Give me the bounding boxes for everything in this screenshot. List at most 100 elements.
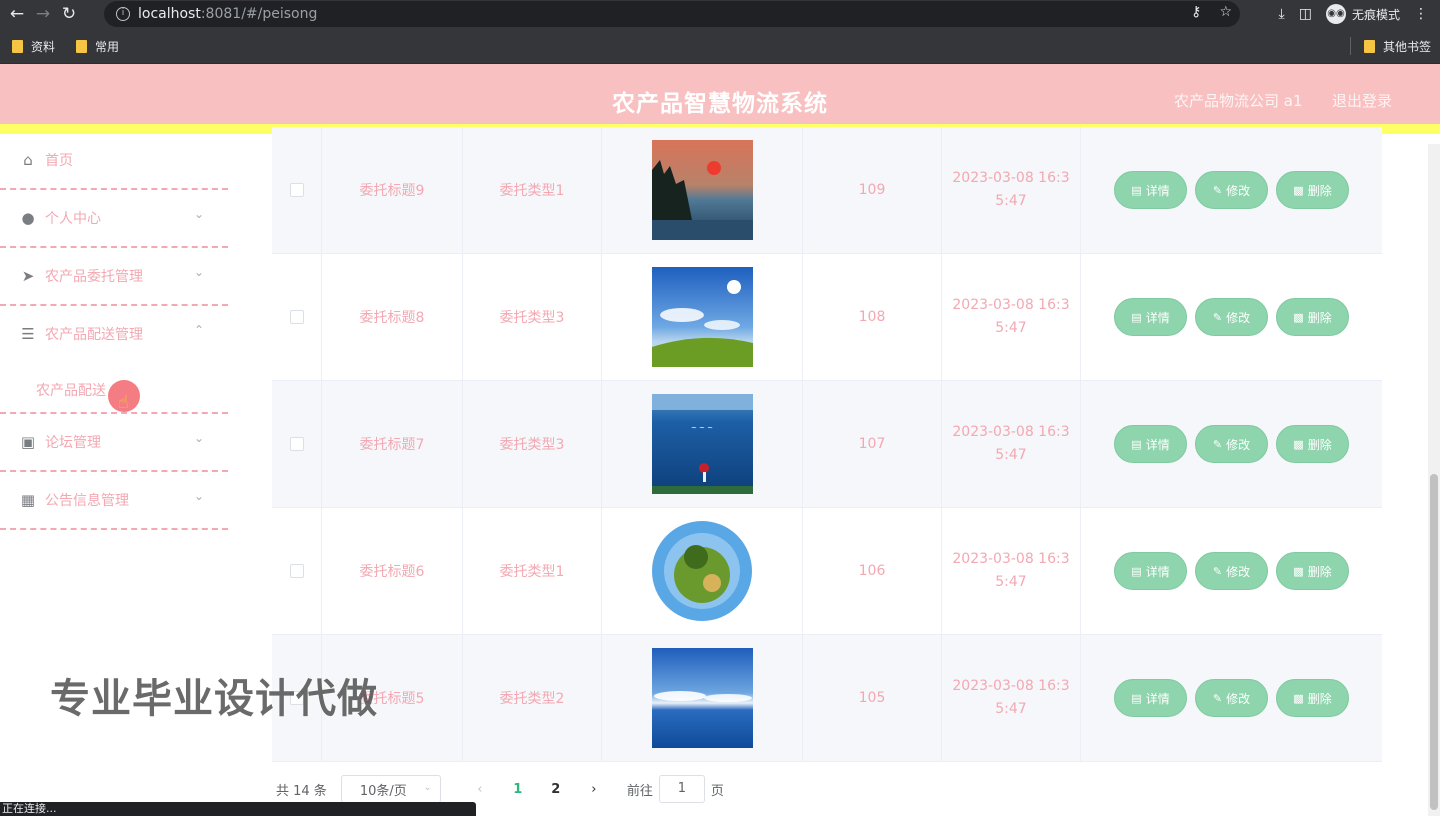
detail-button[interactable]: ▤ 详情 <box>1114 171 1187 209</box>
detail-button[interactable]: ▤ 详情 <box>1114 298 1187 336</box>
row-checkbox-cell <box>272 254 322 380</box>
chevron-down-icon: ⌄ <box>423 782 432 793</box>
folder-icon <box>12 40 23 53</box>
row-checkbox[interactable] <box>289 437 304 451</box>
svg-text:~ ~ ~: ~ ~ ~ <box>690 424 712 432</box>
chevron-down-icon: ⌄ <box>194 489 205 503</box>
url-path: :8081/#/peisong <box>200 6 318 22</box>
cell-title: 委托标题7 <box>322 381 463 507</box>
page-scrollbar[interactable] <box>1428 144 1440 816</box>
edit-button[interactable]: ✎ 修改 <box>1195 171 1268 209</box>
page-number-button[interactable]: 2 <box>537 782 575 797</box>
sidebar-item-forum-management[interactable]: ▣ 论坛管理 ⌄ <box>0 414 228 472</box>
detail-button[interactable]: ▤ 详情 <box>1114 679 1187 717</box>
folder-icon <box>1364 40 1375 53</box>
browser-toolbar: ← → ↻ i localhost:8081/#/peisong ⚷ ☆ ⤓ ◫… <box>0 0 1440 28</box>
table-row: 委托标题6 委托类型1 106 2023-03-08 16:35:47 ▤ 详情 … <box>272 508 1382 635</box>
edit-button[interactable]: ✎ 修改 <box>1195 679 1268 717</box>
edit-label: 修改 <box>1226 310 1251 325</box>
prev-page-button[interactable]: ‹ <box>461 782 499 797</box>
sidepanel-icon[interactable]: ◫ <box>1299 6 1312 22</box>
chevron-up-icon: ⌃ <box>194 323 205 337</box>
sidebar-item-entrust-management[interactable]: ➤ 农产品委托管理 ⌄ <box>0 248 228 306</box>
url-host: localhost <box>138 6 201 22</box>
scrollbar-thumb[interactable] <box>1430 474 1438 810</box>
delete-button[interactable]: ▩ 删除 <box>1276 298 1349 336</box>
row-thumbnail-image[interactable] <box>651 521 753 621</box>
cell-type: 委托类型1 <box>463 508 602 634</box>
document-icon: ▤ <box>1131 437 1142 451</box>
reload-icon[interactable]: ↻ <box>56 1 82 27</box>
pencil-icon: ✎ <box>1212 183 1223 197</box>
trash-icon: ▩ <box>1293 691 1304 705</box>
bookmark-label: 资料 <box>31 40 56 54</box>
detail-label: 详情 <box>1145 691 1170 706</box>
row-checkbox[interactable] <box>289 183 304 197</box>
cell-type: 委托类型3 <box>463 381 602 507</box>
edit-label: 修改 <box>1226 564 1251 579</box>
download-icon[interactable]: ⤓ <box>1279 6 1285 22</box>
goto-prefix: 前往 <box>626 783 653 799</box>
cell-date: 2023-03-08 16:35:47 <box>942 127 1081 253</box>
key-icon[interactable]: ⚷ <box>1191 4 1201 20</box>
row-thumbnail-image[interactable] <box>651 267 753 367</box>
chevron-down-icon: ⌄ <box>194 207 205 221</box>
sidebar-item-notice-management[interactable]: ▦ 公告信息管理 ⌄ <box>0 472 228 530</box>
edit-label: 修改 <box>1226 691 1251 706</box>
address-bar[interactable]: i localhost:8081/#/peisong ⚷ ☆ <box>104 1 1240 27</box>
delete-button[interactable]: ▩ 删除 <box>1276 425 1349 463</box>
sidebar-item-home[interactable]: ⌂ 首页 <box>0 132 228 190</box>
cell-actions: ▤ 详情 ✎ 修改 ▩ 删除 <box>1081 508 1382 634</box>
row-thumbnail-image[interactable] <box>651 140 753 240</box>
detail-button[interactable]: ▤ 详情 <box>1114 552 1187 590</box>
cell-image <box>602 635 803 761</box>
forward-icon[interactable]: → <box>30 1 56 27</box>
trash-icon: ▩ <box>1293 564 1304 578</box>
bookmark-label: 常用 <box>95 40 120 54</box>
row-checkbox[interactable] <box>289 310 304 324</box>
cell-title: 委托标题8 <box>322 254 463 380</box>
cell-actions: ▤ 详情 ✎ 修改 ▩ 删除 <box>1081 635 1382 761</box>
page-size-select[interactable]: 10条/页 ⌄ <box>340 775 441 803</box>
delete-label: 删除 <box>1307 183 1332 198</box>
row-thumbnail-image[interactable] <box>651 648 753 748</box>
delete-button[interactable]: ▩ 删除 <box>1276 552 1349 590</box>
menu-icon[interactable]: ⋮ <box>1414 6 1428 22</box>
bookmark-folder-changyong[interactable]: 常用 <box>76 38 119 55</box>
total-count: 共 14 条 <box>276 783 327 799</box>
watermark-text: 专业毕业设计代做 <box>50 676 378 722</box>
detail-label: 详情 <box>1145 183 1170 198</box>
row-checkbox[interactable] <box>289 564 304 578</box>
bookmark-folder-ziliao[interactable]: 资料 <box>12 38 55 55</box>
site-info-icon[interactable]: i <box>116 7 130 21</box>
back-icon[interactable]: ← <box>4 1 30 27</box>
edit-button[interactable]: ✎ 修改 <box>1195 552 1268 590</box>
cell-actions: ▤ 详情 ✎ 修改 ▩ 删除 <box>1081 127 1382 253</box>
table-row: 委托标题7 委托类型3 ~ ~ ~ 107 2023-03-08 16:35:4… <box>272 381 1382 508</box>
cell-type: 委托类型1 <box>463 127 602 253</box>
chevron-down-icon: ⌄ <box>194 265 205 279</box>
logout-link[interactable]: 退出登录 <box>1332 90 1392 111</box>
other-bookmarks[interactable]: 其他书签 <box>1364 38 1431 55</box>
row-thumbnail-image[interactable]: ~ ~ ~ <box>651 394 753 494</box>
goto-page-input[interactable]: 1 <box>658 775 705 803</box>
goto-page: 前往 1 页 <box>627 775 724 803</box>
page-number-button[interactable]: 1 <box>499 782 537 797</box>
incognito-indicator[interactable]: ◉◉ 无痕模式 <box>1325 4 1400 24</box>
edit-label: 修改 <box>1226 437 1251 452</box>
detail-button[interactable]: ▤ 详情 <box>1114 425 1187 463</box>
edit-button[interactable]: ✎ 修改 <box>1195 425 1268 463</box>
star-icon[interactable]: ☆ <box>1219 4 1232 20</box>
delete-button[interactable]: ▩ 删除 <box>1276 171 1349 209</box>
sidebar-item-personal-center[interactable]: ● 个人中心 ⌄ <box>0 190 228 248</box>
delete-label: 删除 <box>1307 310 1332 325</box>
cell-number: 108 <box>803 254 942 380</box>
home-icon: ⌂ <box>23 151 33 169</box>
submenu-item-delivery[interactable]: 农产品配送 <box>36 380 106 400</box>
delete-button[interactable]: ▩ 删除 <box>1276 679 1349 717</box>
delete-label: 删除 <box>1307 691 1332 706</box>
bookmarks-bar: 资料 常用 其他书签 <box>0 28 1440 64</box>
trash-icon: ▩ <box>1293 310 1304 324</box>
next-page-button[interactable]: › <box>575 782 613 797</box>
edit-button[interactable]: ✎ 修改 <box>1195 298 1268 336</box>
